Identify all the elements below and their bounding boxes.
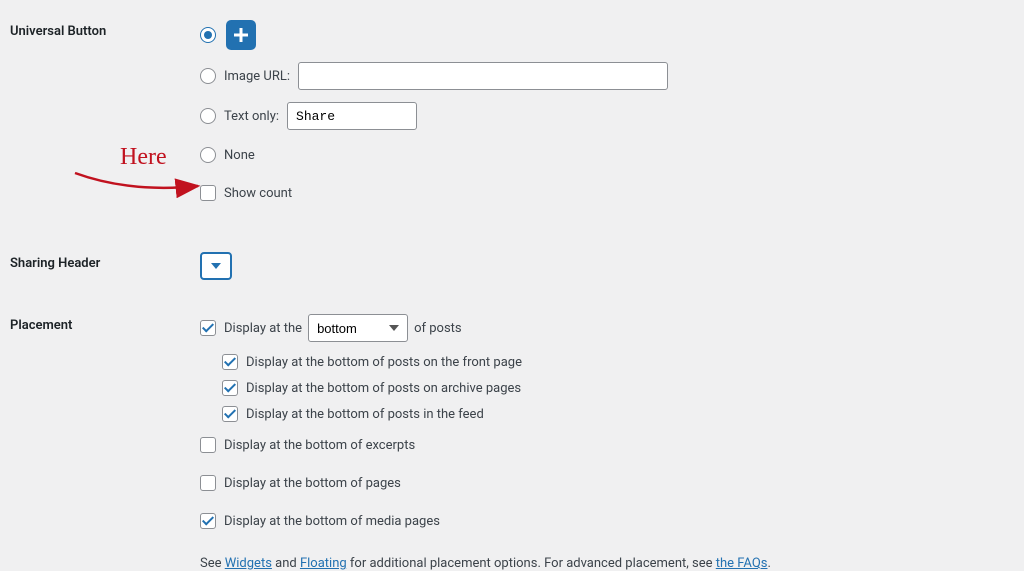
display-front-page-label: Display at the bottom of posts on the fr…	[246, 355, 522, 370]
display-feed-checkbox[interactable]	[222, 406, 238, 422]
display-pages-checkbox[interactable]	[200, 475, 216, 491]
position-select[interactable]: bottom	[308, 314, 408, 342]
display-excerpts-label: Display at the bottom of excerpts	[224, 438, 415, 453]
display-excerpts-checkbox[interactable]	[200, 437, 216, 453]
plus-icon	[226, 20, 256, 50]
display-feed-label: Display at the bottom of posts in the fe…	[246, 407, 484, 422]
display-front-page-checkbox[interactable]	[222, 354, 238, 370]
text-only-input[interactable]	[287, 102, 417, 130]
image-url-label: Image URL:	[224, 69, 290, 84]
display-archive-checkbox[interactable]	[222, 380, 238, 396]
universal-button-none-radio[interactable]	[200, 147, 216, 163]
display-archive-label: Display at the bottom of posts on archiv…	[246, 381, 521, 396]
universal-button-text-only-radio[interactable]	[200, 108, 216, 124]
chevron-down-icon	[211, 263, 221, 269]
placement-label: Placement	[0, 314, 200, 333]
display-posts-checkbox[interactable]	[200, 320, 216, 336]
universal-button-image-url-radio[interactable]	[200, 68, 216, 84]
none-label: None	[224, 148, 255, 163]
universal-button-label: Universal Button	[0, 20, 200, 39]
image-url-input[interactable]	[298, 62, 668, 90]
universal-button-icon-radio[interactable]	[200, 27, 216, 43]
sharing-header-label: Sharing Header	[0, 252, 200, 271]
display-media-label: Display at the bottom of media pages	[224, 514, 440, 529]
placement-hint: See Widgets and Floating for additional …	[200, 556, 1024, 571]
display-at-suffix: of posts	[414, 321, 462, 336]
display-at-prefix: Display at the	[224, 321, 302, 336]
show-count-label: Show count	[224, 186, 292, 201]
display-media-checkbox[interactable]	[200, 513, 216, 529]
text-only-label: Text only:	[224, 109, 279, 124]
show-count-checkbox[interactable]	[200, 185, 216, 201]
display-pages-label: Display at the bottom of pages	[224, 476, 401, 491]
widgets-link[interactable]: Widgets	[225, 556, 272, 571]
floating-link[interactable]: Floating	[300, 556, 347, 571]
sharing-header-dropdown[interactable]	[200, 252, 232, 280]
faqs-link[interactable]: the FAQs	[716, 556, 768, 571]
